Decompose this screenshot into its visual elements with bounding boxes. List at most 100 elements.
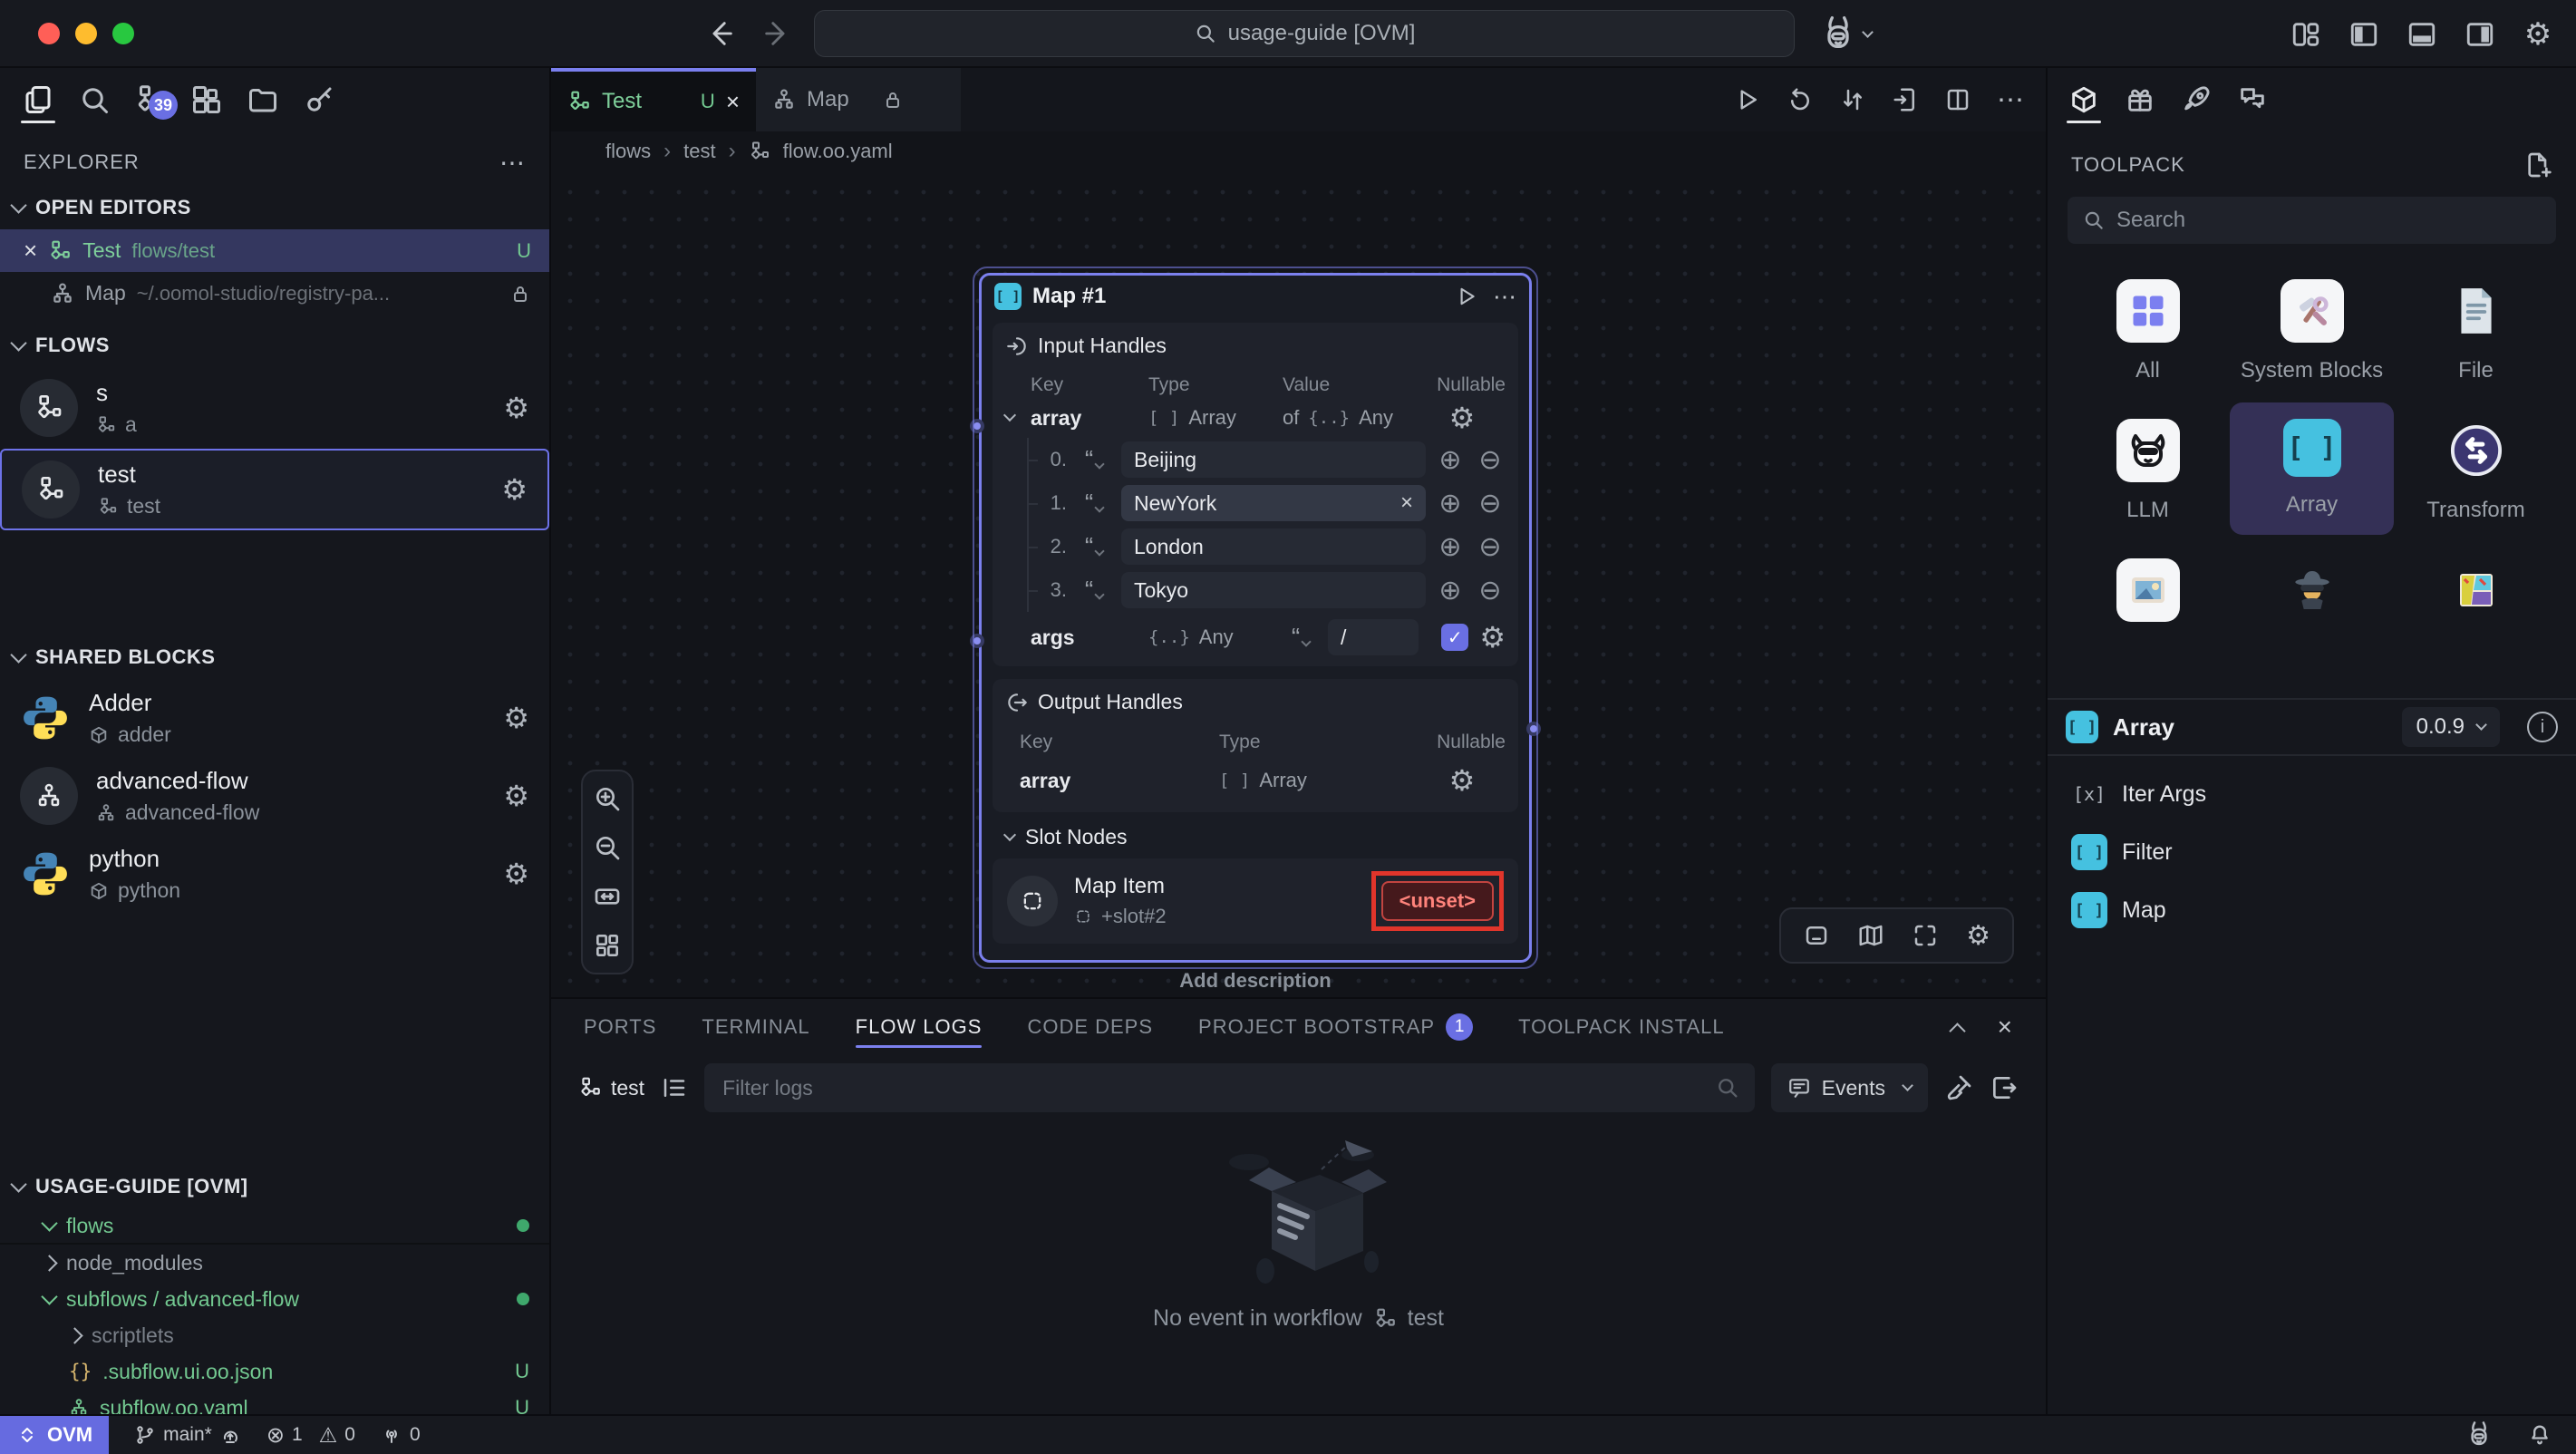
- nullable-checkbox[interactable]: ✓: [1441, 624, 1468, 651]
- toggle-panel-icon[interactable]: [1803, 922, 1830, 949]
- string-type-icon[interactable]: “: [1076, 451, 1112, 469]
- run-flow-icon[interactable]: [1734, 86, 1761, 113]
- add-item-icon[interactable]: ⊕: [1435, 444, 1466, 476]
- string-type-icon[interactable]: “: [1076, 494, 1112, 512]
- node-header[interactable]: [ ] Map #1 ⋯: [982, 276, 1529, 317]
- array-item-input-1[interactable]: NewYork×: [1121, 485, 1426, 521]
- remove-item-icon[interactable]: ⊖: [1475, 531, 1506, 563]
- explorer-more-icon[interactable]: ⋯: [499, 148, 526, 178]
- toolpack-search[interactable]: [2068, 197, 2556, 244]
- split-editor-icon[interactable]: [1944, 86, 1971, 113]
- add-item-icon[interactable]: ⊕: [1435, 531, 1466, 563]
- remove-item-icon[interactable]: ⊖: [1475, 488, 1506, 519]
- toolpack-cube-icon[interactable]: [2060, 74, 2107, 125]
- string-type-icon[interactable]: “: [1283, 628, 1319, 646]
- add-item-icon[interactable]: ⊕: [1435, 488, 1466, 519]
- gear-icon[interactable]: ⚙: [503, 393, 529, 422]
- events-filter-dropdown[interactable]: Events: [1771, 1063, 1928, 1112]
- slot-unset-button[interactable]: <unset>: [1381, 881, 1494, 921]
- package-item-iter-args[interactable]: [x] Iter Args: [2048, 765, 2576, 823]
- fit-view-icon[interactable]: [1912, 922, 1939, 949]
- package-item-filter[interactable]: [ ] Filter: [2048, 823, 2576, 881]
- activity-search-icon[interactable]: [71, 74, 118, 125]
- clear-logs-icon[interactable]: [1944, 1073, 1973, 1102]
- open-editors-header[interactable]: OPEN EDITORS: [0, 186, 549, 229]
- remote-indicator[interactable]: OVM: [0, 1416, 109, 1454]
- command-center-search[interactable]: usage-guide [OVM]: [814, 10, 1795, 57]
- tab-ports[interactable]: PORTS: [584, 999, 656, 1055]
- mascot-icon[interactable]: [2465, 1420, 2493, 1449]
- tab-flow-logs[interactable]: FLOW LOGS: [856, 999, 983, 1055]
- log-scope-selector[interactable]: test: [578, 1076, 644, 1100]
- ports-indicator[interactable]: 0: [381, 1424, 421, 1446]
- export-logs-icon[interactable]: [1990, 1073, 2019, 1102]
- version-dropdown[interactable]: 0.0.9: [2402, 707, 2500, 747]
- tab-test[interactable]: Test U ×: [551, 68, 756, 131]
- package-item-map[interactable]: [ ] Map: [2048, 881, 2576, 939]
- shared-block-advanced-flow[interactable]: advanced-flow advanced-flow ⚙: [0, 757, 549, 835]
- string-type-icon[interactable]: “: [1076, 538, 1112, 556]
- flow-canvas[interactable]: [ ] Map #1 ⋯ Input Handles Key: [551, 171, 2046, 997]
- activity-folder-icon[interactable]: [239, 74, 286, 125]
- args-value-input[interactable]: /: [1328, 619, 1419, 655]
- maximize-panel-icon[interactable]: [1949, 1023, 1965, 1039]
- category-tile-comic[interactable]: [2394, 542, 2558, 631]
- back-icon[interactable]: [705, 18, 736, 49]
- category-array[interactable]: [ ] Array: [2230, 402, 2394, 535]
- gear-icon[interactable]: ⚙: [503, 703, 529, 732]
- category-transform[interactable]: Transform: [2394, 402, 2558, 535]
- activity-flows-icon[interactable]: 39: [127, 74, 174, 125]
- clear-icon[interactable]: ×: [1400, 490, 1413, 516]
- notifications-bell-icon[interactable]: [2527, 1422, 2552, 1448]
- gear-icon[interactable]: ⚙: [503, 781, 529, 810]
- slot-nodes-header[interactable]: Slot Nodes: [1005, 825, 1506, 849]
- filter-logs-input[interactable]: [704, 1063, 1755, 1112]
- gear-icon[interactable]: ⚙: [503, 859, 529, 888]
- zoom-in-icon[interactable]: [593, 784, 622, 813]
- breadcrumb[interactable]: flows › test › flow.oo.yaml: [551, 131, 2046, 171]
- compare-icon[interactable]: [1839, 86, 1866, 113]
- fit-width-icon[interactable]: [593, 882, 622, 911]
- shared-blocks-header[interactable]: SHARED BLOCKS: [0, 635, 549, 679]
- tree-item-subflow-ui-json[interactable]: {} .subflow.ui.oo.json U: [0, 1353, 549, 1390]
- toggle-right-panel-icon[interactable]: [2462, 16, 2498, 53]
- add-description-button[interactable]: Add description: [979, 969, 1532, 993]
- gear-icon[interactable]: ⚙: [1479, 623, 1506, 652]
- tree-item-node-modules[interactable]: node_modules: [0, 1245, 549, 1281]
- activity-secrets-icon[interactable]: [295, 74, 343, 125]
- toggle-left-panel-icon[interactable]: [2346, 16, 2382, 53]
- string-type-icon[interactable]: “: [1076, 581, 1112, 599]
- remove-item-icon[interactable]: ⊖: [1475, 444, 1506, 476]
- rerun-icon[interactable]: [1787, 86, 1814, 113]
- git-branch-indicator[interactable]: main*: [134, 1424, 241, 1446]
- more-actions-icon[interactable]: ⋯: [1997, 84, 2024, 116]
- gear-icon[interactable]: ⚙: [1449, 766, 1476, 795]
- tree-item-subflows-advanced-flow[interactable]: subflows / advanced-flow: [0, 1281, 549, 1317]
- problems-indicator[interactable]: ⊗1 ⚠0: [266, 1422, 355, 1449]
- gear-icon[interactable]: ⚙: [1449, 403, 1476, 432]
- input-row-array[interactable]: array [ ]Array of{..}Any ⚙: [1005, 402, 1506, 434]
- output-row-array[interactable]: array [ ]Array ⚙: [1005, 760, 1506, 801]
- shared-block-adder[interactable]: Adder adder ⚙: [0, 679, 549, 757]
- output-handle-array[interactable]: [1526, 722, 1541, 736]
- input-handle-array[interactable]: [970, 419, 984, 433]
- activity-blocks-icon[interactable]: [183, 74, 230, 125]
- array-item-input-0[interactable]: Beijing: [1121, 441, 1426, 478]
- assistant-menu[interactable]: [1820, 15, 1872, 54]
- slot-node-map-item[interactable]: Map Item +slot#2 <unset>: [993, 858, 1518, 944]
- tab-code-deps[interactable]: CODE DEPS: [1027, 999, 1153, 1055]
- tab-map[interactable]: Map: [756, 68, 961, 131]
- toolpack-search-input[interactable]: [2116, 208, 2542, 233]
- flows-header[interactable]: FLOWS: [0, 324, 549, 367]
- settings-gear-icon[interactable]: ⚙: [2520, 16, 2556, 53]
- map-node[interactable]: [ ] Map #1 ⋯ Input Handles Key: [979, 273, 1532, 963]
- new-toolpack-icon[interactable]: [2523, 150, 2552, 179]
- zoom-out-icon[interactable]: [593, 833, 622, 862]
- remove-item-icon[interactable]: ⊖: [1475, 575, 1506, 606]
- category-tile-photos[interactable]: [2066, 542, 2230, 631]
- export-icon[interactable]: [1892, 86, 1919, 113]
- close-icon[interactable]: ×: [726, 88, 740, 116]
- canvas-settings-gear-icon[interactable]: ⚙: [1966, 920, 1990, 952]
- flow-item-test[interactable]: test test ⚙: [0, 449, 549, 530]
- array-item-input-3[interactable]: Tokyo: [1121, 572, 1426, 608]
